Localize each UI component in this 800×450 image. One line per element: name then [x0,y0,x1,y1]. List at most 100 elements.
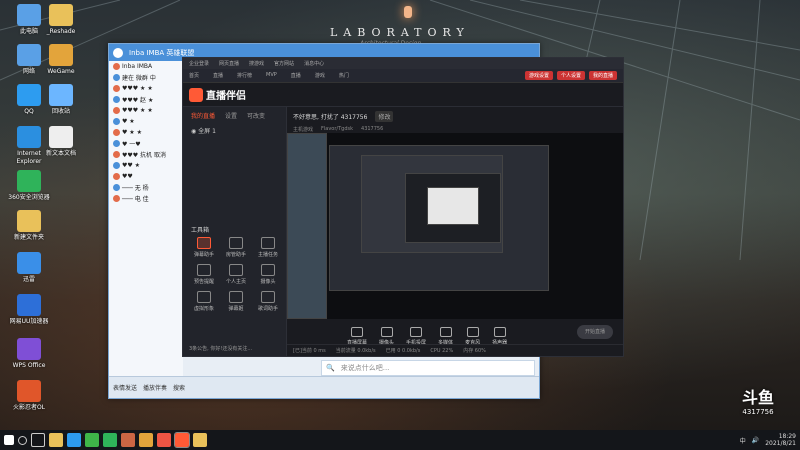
nav-item[interactable]: 首页 [189,72,199,79]
list-item[interactable]: ─── 电 佳 [109,193,183,204]
list-item[interactable]: ♥♥♥ ★ ★ [109,105,183,116]
document-icon [49,126,73,148]
tool-item[interactable]: 摄像头 [253,264,283,285]
list-item[interactable]: 建在 微群 中 [109,72,183,83]
tool-item[interactable]: 弹幕姬 [221,291,251,312]
control-button[interactable]: 手机投屏 [406,326,426,346]
file-explorer-icon[interactable] [49,433,63,447]
tool-item[interactable]: 弹幕助手 [189,237,219,258]
list-item[interactable]: ♥♥ [109,171,183,182]
qq-icon[interactable] [67,433,81,447]
tool-item[interactable]: 个人主页 [221,264,251,285]
tool-item[interactable]: 主播任务 [253,237,283,258]
avatar [113,107,120,114]
desktop-icon[interactable]: _Reshade [36,4,86,36]
nav-button[interactable]: 个人设置 [556,71,585,80]
qq-message-bar[interactable]: 🔍 来说点什么吧... [321,360,535,376]
qq-toolbar-button[interactable]: 播放伴奏 [143,383,167,392]
nav-button[interactable]: 游戏设置 [524,71,553,80]
wegame-icon[interactable] [139,433,153,447]
clock[interactable]: 18:29 2021/8/21 [765,433,796,447]
nav-item[interactable]: 排行榜 [237,72,252,79]
control-button[interactable]: 摄像头 [379,326,394,346]
tool-icon [229,237,243,249]
start-icon[interactable] [4,435,14,445]
folder-icon[interactable] [193,433,207,447]
web-link[interactable]: 网页直播 [219,60,239,67]
room-edit-button[interactable]: 修改 [375,111,394,122]
list-item[interactable]: ♥ ★ ★ [109,127,183,138]
side-tab[interactable]: 我的直播 [191,111,215,120]
desktop-icon[interactable]: WeGame [36,44,86,76]
folder-icon [49,4,73,26]
tool-item[interactable]: 预告提醒 [189,264,219,285]
nav-item[interactable]: 直播 [213,72,223,79]
qq-member-list[interactable]: Inba IMBA 建在 微群 中 ♥♥♥ ★ ★ ♥♥♥ 赵 ★ ♥♥♥ ★ ★ ♥ ★… [109,61,183,376]
desktop-icon[interactable]: WPS Office [4,338,54,370]
nav-item[interactable]: 直播 [291,72,301,79]
scene-item[interactable]: ◉ 全屏 1 [183,124,286,137]
web-link[interactable]: 企业登录 [189,60,209,67]
tool-icon [261,237,275,249]
desktop-icon[interactable]: 新建文件夹 [4,210,54,242]
list-item[interactable]: ♥ 一♥ [109,138,183,149]
live-assistant-window[interactable]: 企业登录 网页直播 搜游戏 官方网站 消息中心 首页 直播 排行榜 MVP 直播 游戏 热门 游戏设… [182,57,624,357]
volume-icon[interactable]: 🔊 [752,437,759,444]
list-item[interactable]: ♥♥♥ 抗机 取消 [109,149,183,160]
web-link[interactable]: 消息中心 [304,60,324,67]
douyu-icon[interactable] [157,433,171,447]
tool-item[interactable]: 歌词助手 [253,291,283,312]
desktop-icon[interactable]: 回收站 [36,84,86,116]
browser-icon[interactable] [103,433,117,447]
qq-logo-icon [113,47,123,58]
tool-icon [229,291,243,303]
list-item[interactable]: Inba IMBA [109,61,183,72]
live-assistant-taskbar-icon[interactable] [174,432,190,448]
contact-name: ♥♥ [122,173,133,180]
desktop-icon[interactable]: 网易UU加速器 [4,294,54,326]
desktop-icon[interactable]: 迅雷 [4,252,54,284]
tool-item[interactable]: 虚拟形象 [189,291,219,312]
list-item[interactable]: ♥♥♥ ★ ★ [109,83,183,94]
language-indicator[interactable]: 中 [740,436,746,445]
qq-toolbar-button[interactable]: 搜索 [173,383,185,392]
control-button[interactable]: 多媒体 [438,326,453,346]
search-icon[interactable] [18,435,27,445]
search-icon[interactable]: 🔍 [326,364,335,372]
list-item[interactable]: ♥ ★ [109,116,183,127]
list-item[interactable]: ─── 无 杨 [109,182,183,193]
side-tab[interactable]: 可改变 [247,111,265,120]
nav-item[interactable]: MVP [266,72,277,79]
nav-button[interactable]: 我的直播 [588,71,617,80]
control-button[interactable]: 扬声器 [492,326,507,346]
desktop-icon[interactable]: 360安全浏览器 [4,170,54,202]
qq-toolbar-button[interactable]: 表情发送 [113,383,137,392]
qq-message-input[interactable]: 来说点什么吧... [341,363,390,373]
browser-icon [17,170,41,192]
desktop-icon[interactable]: 新文本文档 [36,126,86,158]
nav-item[interactable]: 热门 [339,72,349,79]
wechat-icon[interactable] [85,433,99,447]
control-button[interactable]: 麦克风 [465,326,480,346]
control-button[interactable]: 直播屏幕 [347,326,367,346]
status-item: CPU 22% [430,347,454,354]
recycle-icon [49,84,73,106]
desktop-icon[interactable]: 火影忍者OL [4,380,54,412]
desktop-icon-label: WeGame [47,68,75,75]
avatar [113,173,120,180]
start-live-button[interactable]: 开始直播 [577,325,613,339]
task-view-icon[interactable] [31,433,45,447]
web-link[interactable]: 官方网站 [274,60,294,67]
web-link[interactable]: 搜游戏 [249,60,264,67]
tool-item[interactable]: 房管助手 [221,237,251,258]
game-icon[interactable] [121,433,135,447]
list-item[interactable]: ♥♥ ★ [109,160,183,171]
status-item: [已]当前 0 ms [293,348,326,354]
side-tab[interactable]: 设置 [225,111,237,120]
contact-name: ─── 电 佳 [122,196,149,203]
avatar [113,63,120,70]
nav-item[interactable]: 游戏 [315,72,325,79]
list-item[interactable]: ♥♥♥ 赵 ★ [109,94,183,105]
tool-label: 个人主页 [225,279,246,285]
tool-label: 房管助手 [225,252,246,258]
